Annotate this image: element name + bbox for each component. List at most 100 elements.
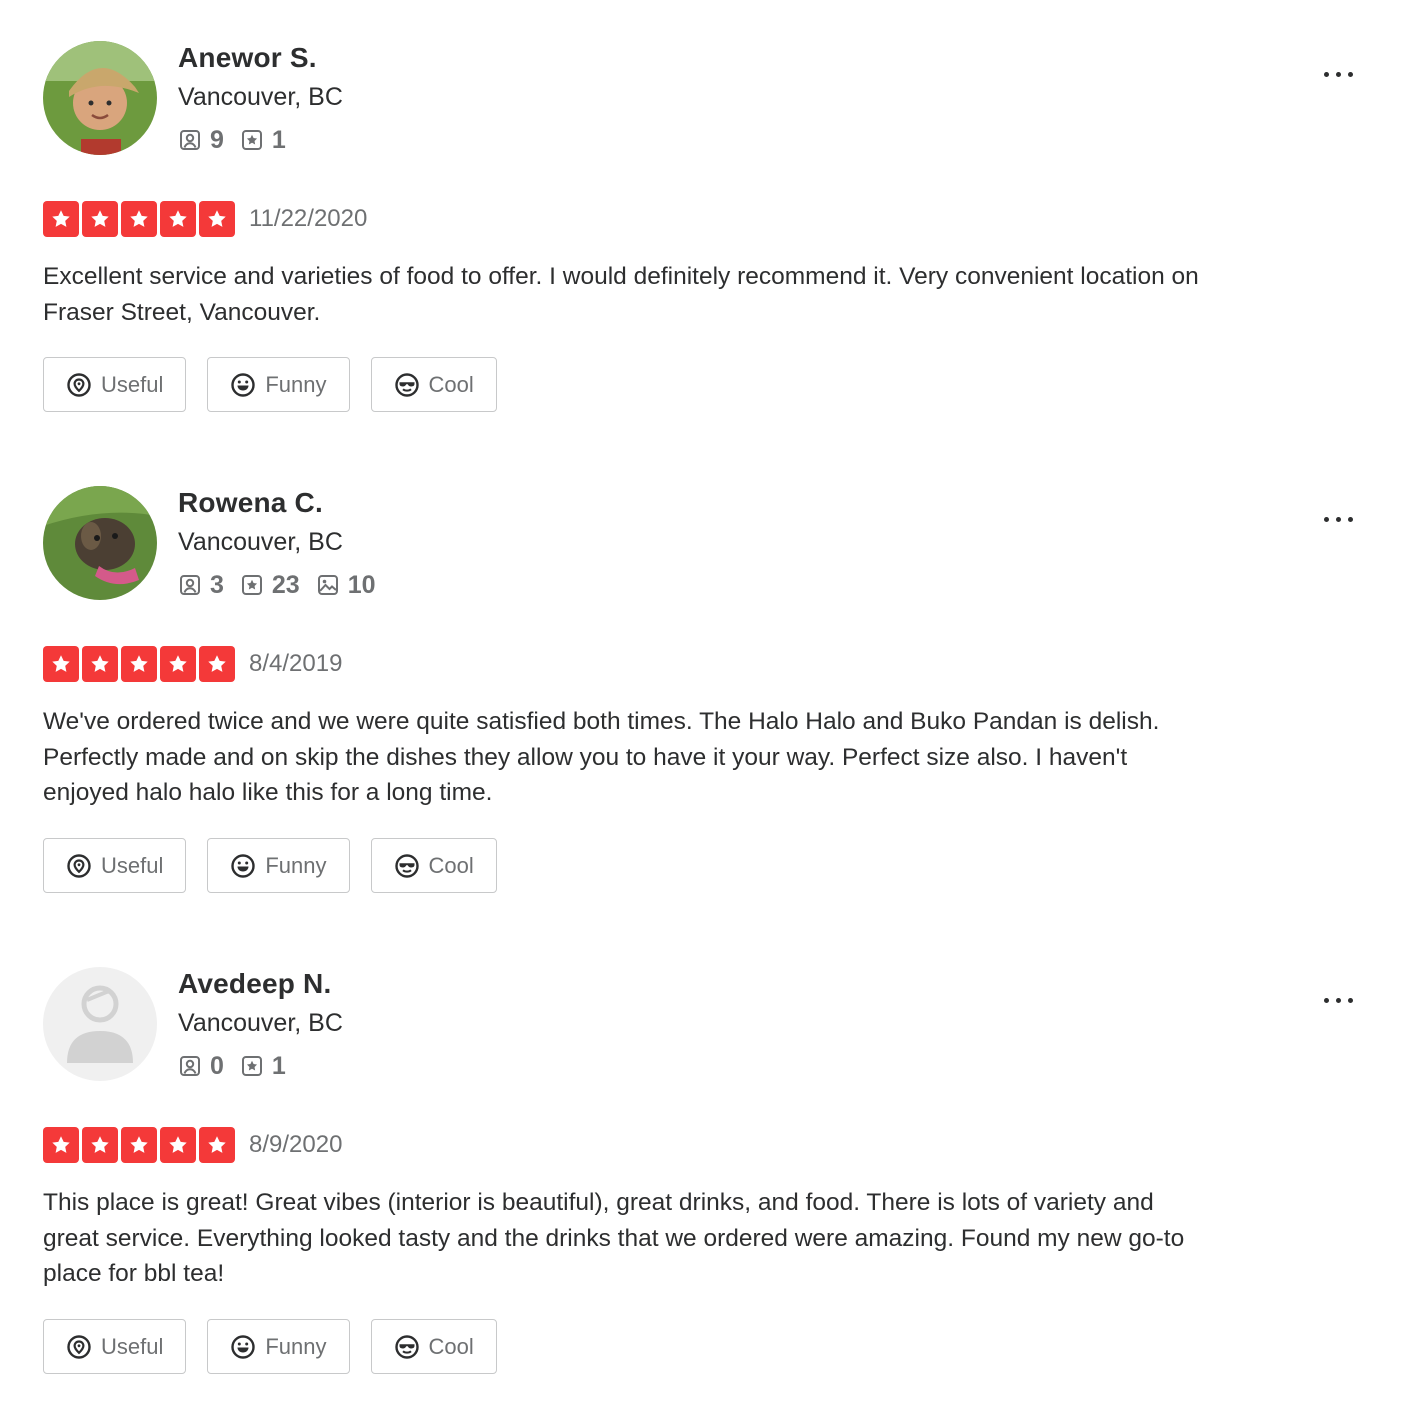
dot-icon [1347,516,1353,522]
useful-icon [66,372,92,398]
cool-button[interactable]: Cool [370,1319,497,1374]
friends-stat: 9 [178,126,224,155]
friends-icon [178,1054,202,1078]
useful-button[interactable]: Useful [43,1319,187,1374]
funny-button[interactable]: Funny [207,838,350,893]
review-text: This place is great! Great vibes (interi… [43,1189,1185,1288]
more-options-button[interactable] [1313,504,1363,534]
reviews-count: 1 [271,125,286,154]
reviews-stat: 23 [240,571,300,600]
friends-count: 9 [210,125,224,154]
review-date: 11/22/2020 [249,205,368,232]
more-options-button[interactable] [1313,59,1363,89]
photo-icon [316,573,340,597]
reviewer-name[interactable]: Anewor S. [178,41,317,75]
dot-icon [1335,997,1341,1003]
avatar[interactable] [43,41,157,155]
useful-icon [66,1334,92,1360]
photos-count: 10 [347,570,376,599]
star-icon [121,646,157,682]
dot-icon [1323,516,1329,522]
cool-label: Cool [428,371,474,397]
avatar[interactable] [43,486,157,600]
cool-button[interactable]: Cool [370,838,497,893]
cool-label: Cool [428,1333,474,1359]
cool-icon [394,853,420,879]
review-count-icon [240,573,264,597]
dot-icon [1323,997,1329,1003]
useful-button[interactable]: Useful [43,838,187,893]
star-icon [43,646,79,682]
rating-row: 8/9/2020 [43,1127,342,1163]
dot-icon [1347,997,1353,1003]
reviews-count: 23 [271,570,300,599]
reviewer-location: Vancouver, BC [178,83,343,111]
reviewer-stats: 3 23 10 [178,570,392,600]
review-text: We've ordered twice and we were quite sa… [43,708,1160,807]
dot-icon [1335,516,1341,522]
star-icon [82,1127,118,1163]
cool-button[interactable]: Cool [370,357,497,412]
cool-icon [394,1334,420,1360]
review-actions: Useful Funny Cool [43,1319,518,1374]
review-count-icon [240,128,264,152]
reviews-stat: 1 [240,126,286,155]
reviewer-stats: 0 1 [178,1051,302,1081]
reviews-stat: 1 [240,1052,286,1081]
funny-icon [230,1334,256,1360]
review-date: 8/4/2019 [249,650,343,677]
star-rating [43,1127,235,1163]
friends-count: 3 [210,570,224,599]
funny-label: Funny [265,1333,327,1359]
friends-count: 0 [210,1051,224,1080]
star-icon [160,646,196,682]
friends-stat: 0 [178,1052,224,1081]
star-rating [43,201,235,237]
star-rating [43,646,235,682]
review-count-icon [240,1054,264,1078]
funny-button[interactable]: Funny [207,357,350,412]
rating-row: 8/4/2019 [43,646,342,682]
review-text: Excellent service and varieties of food … [43,263,1199,326]
star-icon [160,1127,196,1163]
useful-label: Useful [101,371,164,397]
reviewer-name[interactable]: Rowena C. [178,486,323,520]
star-icon [121,201,157,237]
more-options-button[interactable] [1313,985,1363,1015]
cool-label: Cool [428,852,474,878]
star-icon [199,201,235,237]
avatar[interactable] [43,967,157,1081]
useful-label: Useful [101,852,164,878]
funny-label: Funny [265,852,327,878]
friends-icon [178,573,202,597]
funny-button[interactable]: Funny [207,1319,350,1374]
reviewer-name[interactable]: Avedeep N. [178,967,331,1001]
funny-icon [230,853,256,879]
useful-label: Useful [101,1333,164,1359]
star-icon [160,201,196,237]
star-icon [43,1127,79,1163]
star-icon [82,201,118,237]
funny-icon [230,372,256,398]
friends-stat: 3 [178,571,224,600]
star-icon [199,646,235,682]
review-actions: Useful Funny Cool [43,838,518,893]
photos-stat: 10 [316,571,376,600]
useful-icon [66,853,92,879]
rating-row: 11/22/2020 [43,201,367,237]
reviews-count: 1 [271,1051,286,1080]
review-actions: Useful Funny Cool [43,357,518,412]
dot-icon [1335,71,1341,77]
reviewer-location: Vancouver, BC [178,1009,343,1037]
star-icon [43,201,79,237]
reviewer-location: Vancouver, BC [178,528,343,556]
star-icon [121,1127,157,1163]
funny-label: Funny [265,371,327,397]
useful-button[interactable]: Useful [43,357,187,412]
star-icon [82,646,118,682]
cool-icon [394,372,420,398]
star-icon [199,1127,235,1163]
friends-icon [178,128,202,152]
dot-icon [1323,71,1329,77]
review-date: 8/9/2020 [249,1131,343,1158]
